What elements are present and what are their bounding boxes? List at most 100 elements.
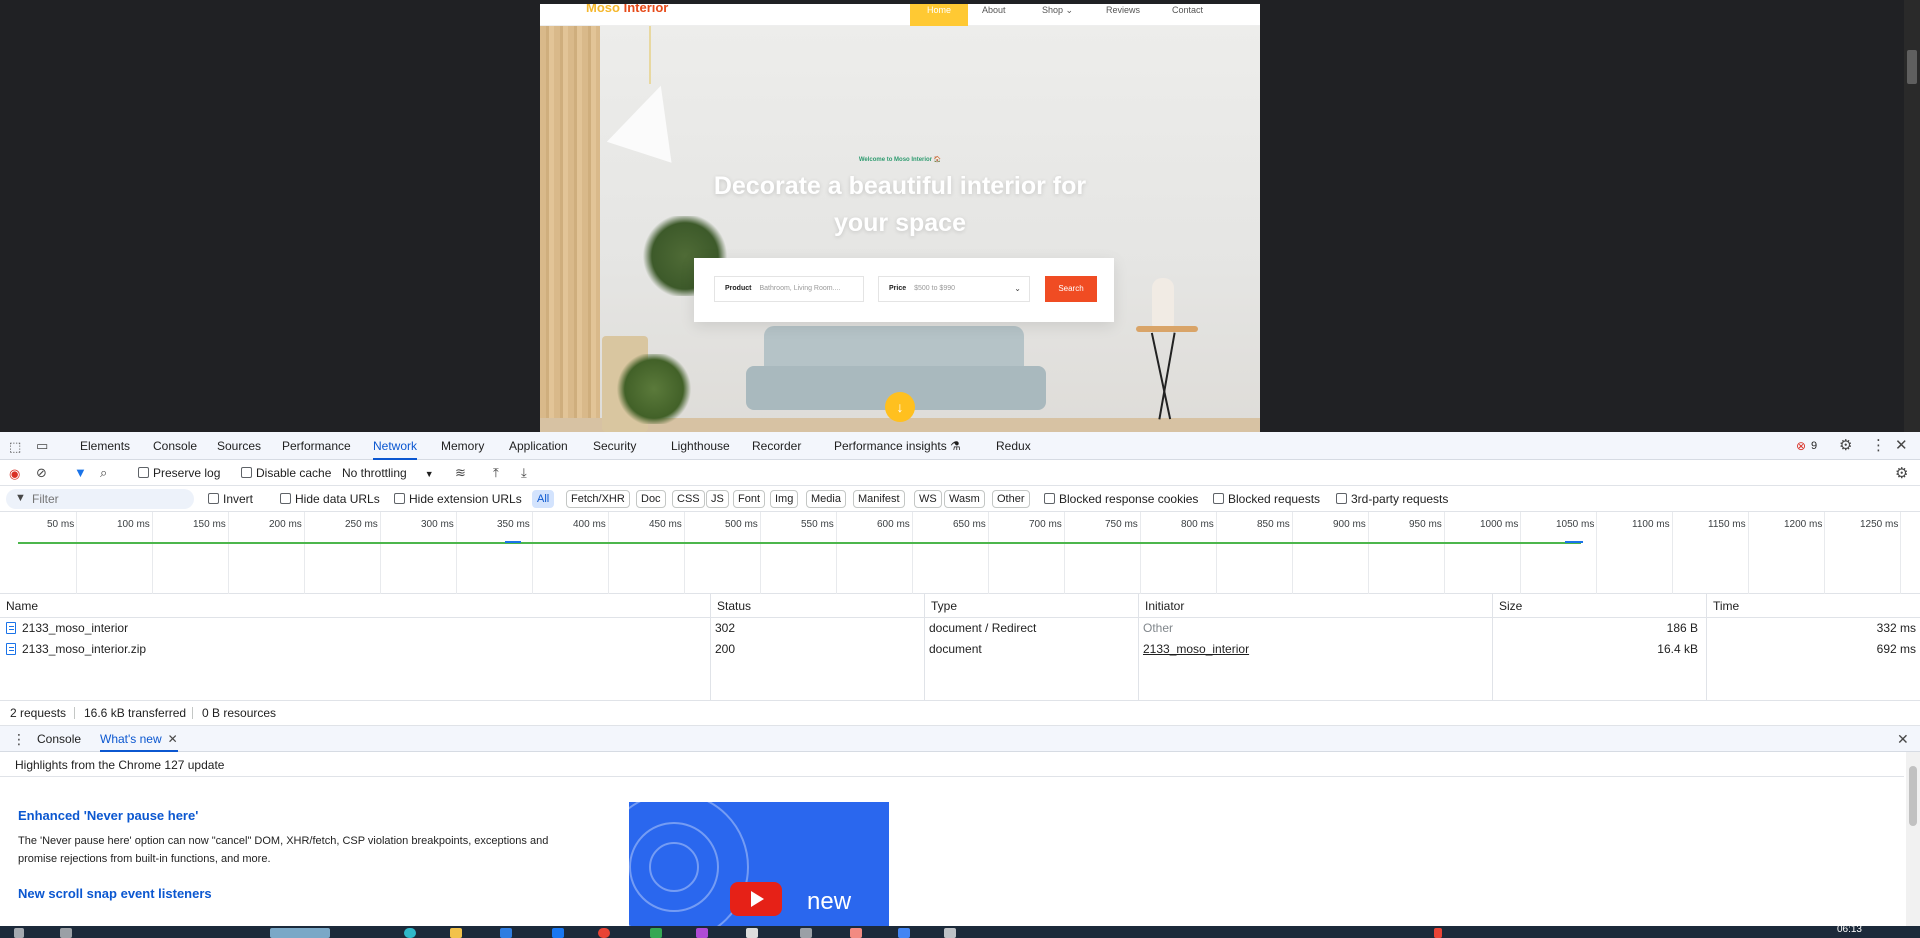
app-icon[interactable] (650, 928, 662, 938)
inspect-element-icon[interactable]: ⬚ (9, 440, 21, 453)
taskbar-clock[interactable]: 06:13 (1837, 926, 1862, 935)
request-name-cell[interactable]: 2133_moso_interior.zip (6, 639, 146, 660)
import-har-icon[interactable]: ⤒ (493, 466, 499, 479)
tab-elements[interactable]: Elements (80, 432, 130, 460)
disable-cache-checkbox[interactable]: Disable cache (241, 460, 331, 486)
preserve-log-checkbox[interactable]: Preserve log (138, 460, 220, 486)
type-filter-other[interactable]: Other (992, 490, 1030, 508)
type-filter-manifest[interactable]: Manifest (853, 490, 905, 508)
tab-network[interactable]: Network (373, 432, 418, 460)
nav-about[interactable]: About (982, 4, 1006, 26)
error-icon[interactable]: ⊗ (1796, 440, 1806, 452)
close-icon[interactable]: ✕ (1895, 438, 1908, 453)
whats-new-item-title[interactable]: New scroll snap event listeners (18, 886, 212, 901)
app-icon[interactable] (898, 928, 910, 938)
start-icon[interactable] (14, 928, 24, 938)
tab-security[interactable]: Security (593, 432, 636, 460)
file-explorer-icon[interactable] (450, 928, 462, 938)
nav-shop[interactable]: Shop ⌄ (1042, 4, 1073, 26)
widgets-icon[interactable] (270, 928, 330, 938)
column-divider[interactable] (924, 594, 925, 700)
close-drawer-icon[interactable]: ✕ (1897, 732, 1909, 746)
hide-data-urls-checkbox[interactable]: Hide data URLs (280, 486, 380, 512)
app-icon[interactable] (944, 928, 956, 938)
chrome-icon[interactable] (598, 928, 610, 938)
viewport-scrollbar[interactable] (1904, 0, 1920, 432)
whats-new-item-title[interactable]: Enhanced 'Never pause here' (18, 808, 198, 823)
third-party-requests-checkbox[interactable]: 3rd-party requests (1336, 486, 1448, 512)
drawer-tab-console[interactable]: Console (37, 726, 81, 752)
drawer-menu-icon[interactable]: ⋮ (12, 732, 26, 746)
drawer-tab-whats-new[interactable]: What's new ✕ (100, 726, 178, 752)
export-har-icon[interactable]: ⤓ (521, 466, 527, 479)
tab-performance[interactable]: Performance (282, 432, 351, 460)
arrow-down-icon[interactable]: ↓ (885, 392, 915, 422)
app-icon[interactable] (500, 928, 512, 938)
close-tab-icon[interactable]: ✕ (168, 732, 178, 746)
column-header-type[interactable]: Type (925, 594, 1138, 618)
tab-lighthouse[interactable]: Lighthouse (671, 432, 730, 460)
app-icon[interactable] (552, 928, 564, 938)
app-icon[interactable] (800, 928, 812, 938)
column-header-name[interactable]: Name (0, 594, 710, 618)
type-filter-js[interactable]: JS (706, 490, 729, 508)
blocked-response-cookies-checkbox[interactable]: Blocked response cookies (1044, 486, 1198, 512)
column-divider[interactable] (710, 594, 711, 700)
tab-recorder[interactable]: Recorder (752, 432, 801, 460)
settings-gear-icon[interactable]: ⚙ (1839, 438, 1852, 453)
more-options-icon[interactable]: ⋮ (1871, 438, 1886, 453)
record-icon[interactable]: ◉ (9, 467, 20, 480)
column-header-status[interactable]: Status (711, 594, 924, 618)
scrollbar-thumb[interactable] (1907, 50, 1917, 84)
type-filter-media[interactable]: Media (806, 490, 846, 508)
error-count[interactable]: 9 (1811, 440, 1817, 452)
type-filter-all[interactable]: All (532, 490, 555, 508)
filter-input[interactable] (6, 489, 194, 509)
site-logo[interactable]: Moso Interior (586, 4, 668, 15)
type-filter-css[interactable]: CSS (672, 490, 705, 508)
network-timeline-overview[interactable]: 50 ms 100 ms 150 ms 200 ms 250 ms 300 ms 350 m… (0, 512, 1920, 594)
app-icon[interactable] (850, 928, 862, 938)
network-conditions-icon[interactable]: ≋ (455, 466, 466, 479)
blocked-requests-checkbox[interactable]: Blocked requests (1213, 486, 1320, 512)
column-divider[interactable] (1138, 594, 1139, 700)
tab-application[interactable]: Application (509, 432, 568, 460)
tab-sources[interactable]: Sources (217, 432, 261, 460)
type-filter-ws[interactable]: WS (914, 490, 942, 508)
search-icon[interactable]: ⌕ (100, 466, 107, 479)
tab-console[interactable]: Console (153, 432, 197, 460)
type-filter-wasm[interactable]: Wasm (944, 490, 985, 508)
column-header-initiator[interactable]: Initiator (1139, 594, 1492, 618)
type-filter-img[interactable]: Img (770, 490, 799, 508)
request-initiator-link[interactable]: 2133_moso_interior (1143, 639, 1249, 660)
network-settings-gear-icon[interactable]: ⚙ (1895, 466, 1908, 481)
filter-funnel-icon[interactable]: ▼ (74, 466, 87, 479)
youtube-play-icon[interactable] (730, 882, 782, 916)
product-field[interactable]: Product Bathroom, Living Room.... (714, 276, 864, 302)
search-button[interactable]: Search (1045, 276, 1097, 302)
price-select[interactable]: Price $500 to $990 ⌄ (878, 276, 1030, 302)
tab-redux[interactable]: Redux (996, 432, 1031, 460)
search-icon[interactable] (60, 928, 72, 938)
type-filter-doc[interactable]: Doc (636, 490, 666, 508)
nav-reviews[interactable]: Reviews (1106, 4, 1140, 26)
app-icon[interactable] (746, 928, 758, 938)
nav-contact[interactable]: Contact (1172, 4, 1203, 26)
throttling-select[interactable]: No throttling ▼ (342, 460, 434, 486)
whats-new-scrollbar[interactable] (1906, 752, 1920, 926)
app-icon[interactable] (696, 928, 708, 938)
invert-checkbox[interactable]: Invert (208, 486, 253, 512)
notification-icon[interactable] (1434, 928, 1442, 938)
app-icon[interactable] (404, 928, 416, 938)
tab-memory[interactable]: Memory (441, 432, 484, 460)
scrollbar-thumb[interactable] (1909, 766, 1917, 826)
type-filter-font[interactable]: Font (733, 490, 766, 508)
device-toolbar-icon[interactable]: ▭ (36, 439, 48, 452)
nav-home[interactable]: Home (910, 4, 968, 26)
tab-performance-insights[interactable]: Performance insights ⚗ (834, 432, 961, 460)
type-filter-fetch-xhr[interactable]: Fetch/XHR (566, 490, 630, 508)
whats-new-video-thumbnail[interactable]: new (629, 802, 889, 926)
column-header-time[interactable]: Time (1707, 594, 1920, 618)
clear-icon[interactable]: ⊘ (36, 466, 47, 479)
hide-extension-urls-checkbox[interactable]: Hide extension URLs (394, 486, 522, 512)
